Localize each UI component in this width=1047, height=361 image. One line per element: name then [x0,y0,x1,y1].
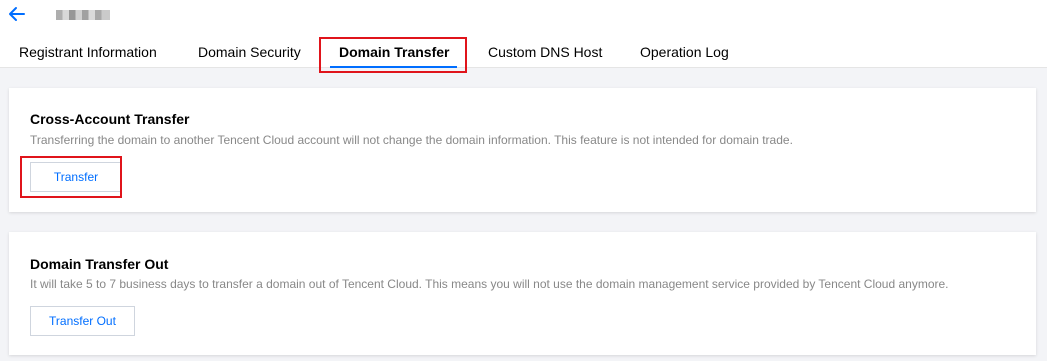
cross-account-transfer-description: Transferring the domain to another Tence… [30,133,793,147]
tab-bar: Registrant Information Domain Security D… [0,36,1047,68]
domain-name-blurred: █▄▀▄█ [56,10,110,20]
arrow-left-icon [9,7,25,21]
cross-account-transfer-title: Cross-Account Transfer [30,111,190,127]
transfer-button-highlight-box [20,156,122,198]
cross-account-transfer-card: Cross-Account Transfer Transferring the … [9,88,1036,212]
tab-highlight-box [319,37,467,73]
domain-transfer-out-title: Domain Transfer Out [30,256,169,272]
domain-transfer-out-card: Domain Transfer Out It will take 5 to 7 … [9,232,1036,355]
transfer-out-button[interactable]: Transfer Out [30,306,135,336]
tab-registrant-information[interactable]: Registrant Information [19,36,157,68]
domain-transfer-out-description: It will take 5 to 7 business days to tra… [30,277,949,291]
tab-domain-security[interactable]: Domain Security [198,36,301,68]
tab-operation-log[interactable]: Operation Log [640,36,729,68]
top-bar: █▄▀▄█ Registrant Information Domain Secu… [0,0,1047,68]
tab-custom-dns-host[interactable]: Custom DNS Host [488,36,602,68]
back-button[interactable] [8,6,26,22]
domain-name-text: █▄▀▄█ [56,10,57,11]
